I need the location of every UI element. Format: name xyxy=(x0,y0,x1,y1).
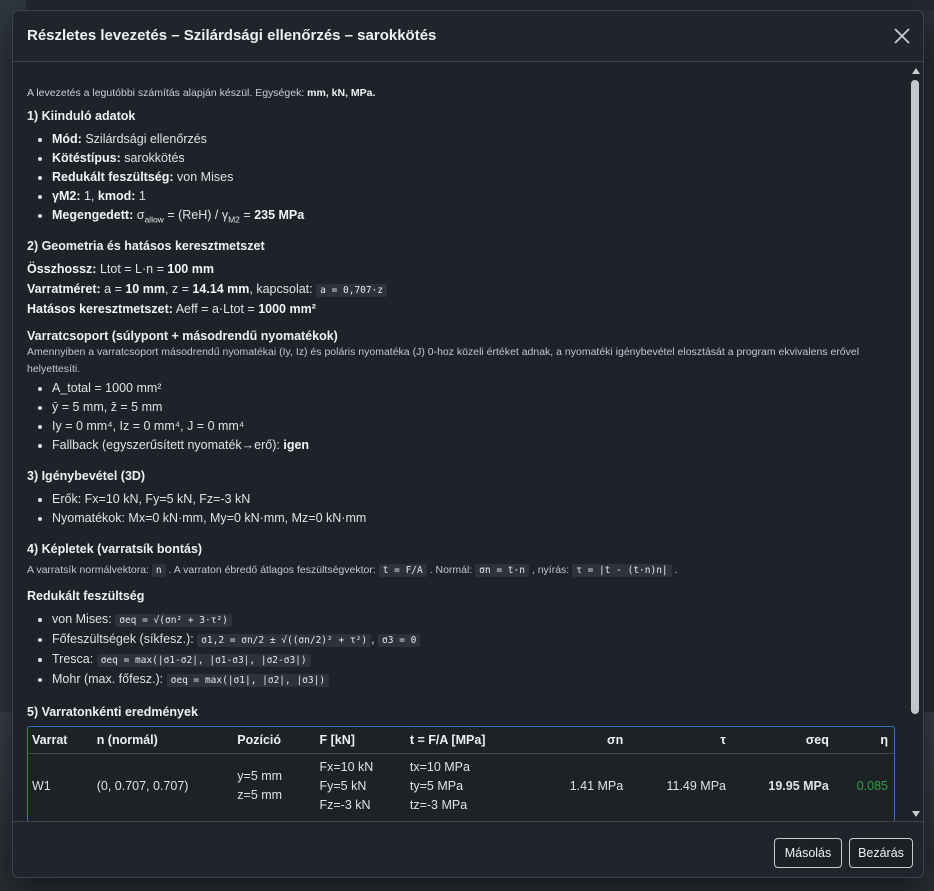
list-item: von Mises: σeq = √(σn² + 3·τ²) xyxy=(52,610,420,630)
list-item: ȳ = 5 mm, z̄ = 5 mm xyxy=(52,398,309,417)
derivation-modal: Részletes levezetés – Szilárdsági ellenő… xyxy=(12,10,924,878)
cell-normal: (0, 0.707, 0.707) xyxy=(96,778,189,793)
col-position: Pozíció xyxy=(233,727,316,754)
cell-weld: W1 xyxy=(32,778,51,793)
section-5-title: 5) Varratonkénti eredmények xyxy=(27,705,198,719)
reduced-stress-title: Redukált feszültség xyxy=(27,589,145,603)
results-table: Varrat n (normál) Pozíció F [kN] t = F/A… xyxy=(27,726,895,821)
modal-body[interactable]: A levezetés a legutóbbi számítás alapján… xyxy=(13,62,923,821)
cell-position: y=5 mm z=5 mm xyxy=(237,769,283,802)
effective-area: Hatásos keresztmetszet: Aeff = a·Ltot = … xyxy=(27,302,316,316)
section-1-list: Mód: Szilárdsági ellenőrzés Kötéstípus: … xyxy=(27,130,304,230)
derivation-content: A levezetés a legutóbbi számítás alapján… xyxy=(27,62,899,821)
intro-text: A levezetés a legutóbbi számítás alapján… xyxy=(27,87,376,99)
list-item: Kötéstípus: sarokkötés xyxy=(52,149,304,168)
col-eta: η xyxy=(834,727,894,754)
intro-units: mm, kN, MPa. xyxy=(307,87,376,99)
weld-relation-code: a = 0,707·z xyxy=(316,284,388,297)
cell-tau: 11.49 MPa xyxy=(666,778,727,793)
cell-sigma-eq: 19.95 MPa xyxy=(768,778,829,793)
copy-button[interactable]: Másolás xyxy=(774,838,842,868)
close-icon xyxy=(894,28,910,44)
modal-footer: Másolás Bezárás xyxy=(13,821,923,877)
col-sigma-eq: σeq xyxy=(732,727,835,754)
col-weld: Varrat xyxy=(28,727,93,754)
list-item: Fallback (egyszerűsített nyomaték→erő): … xyxy=(52,436,309,455)
col-tau: τ xyxy=(629,727,733,754)
weld-size: Varratméret: a = 10 mm, z = 14.14 mm, ka… xyxy=(27,280,388,300)
list-item: Főfeszültségek (síkfesz.): σ1,2 = σn/2 ±… xyxy=(52,630,421,650)
weld-group-note: Amennyiben a varratcsoport másodrendű ny… xyxy=(27,346,860,375)
reduced-stress-list: von Mises: σeq = √(σn² + 3·τ²) Főfeszült… xyxy=(27,610,421,690)
formula-description: A varratsík normálvektora: n . A varrato… xyxy=(27,564,678,577)
col-stress-vector: t = F/A [MPa] xyxy=(405,727,526,754)
list-item: Iy = 0 mm⁴, Iz = 0 mm⁴, J = 0 mm⁴ xyxy=(52,417,309,436)
list-item: γM2: 1, kmod: 1 xyxy=(52,187,304,206)
weld-group-list: A_total = 1000 mm² ȳ = 5 mm, z̄ = 5 mm I… xyxy=(27,379,309,455)
scroll-thumb[interactable] xyxy=(911,80,919,714)
modal-title: Részletes levezetés – Szilárdsági ellenő… xyxy=(27,27,437,44)
col-sigma-n: σn xyxy=(525,727,630,754)
scroll-up-icon[interactable] xyxy=(912,68,920,74)
list-item: Megengedett: σallow = (ReH) / γM2 = 235 … xyxy=(52,206,304,230)
section-2-title: 2) Geometria és hatásos keresztmetszet xyxy=(27,239,265,253)
section-3-title: 3) Igénybevétel (3D) xyxy=(27,469,146,483)
cell-force: Fx=10 kN Fy=5 kN Fz=-3 kN xyxy=(319,759,374,812)
list-item: Erők: Fx=10 kN, Fy=5 kN, Fz=-3 kN xyxy=(52,490,366,509)
scroll-down-icon[interactable] xyxy=(912,811,920,817)
list-item: Mód: Szilárdsági ellenőrzés xyxy=(52,130,304,149)
close-button[interactable] xyxy=(891,25,913,47)
cell-eta: 0.085 xyxy=(856,778,888,793)
section-4-title: 4) Képletek (varratsík bontás) xyxy=(27,542,203,556)
cell-sigma-n: 1.41 MPa xyxy=(569,778,624,793)
section-1-title: 1) Kiinduló adatok xyxy=(27,109,136,123)
total-length: Összhossz: Ltot = L·n = 100 mm xyxy=(27,262,214,276)
list-item: Tresca: σeq = max(|σ1-σ2|, |σ1-σ3|, |σ2-… xyxy=(52,650,420,670)
table-header-row: Varrat n (normál) Pozíció F [kN] t = F/A… xyxy=(28,727,894,754)
table-row: W1 (0, 0.707, 0.707) y=5 mm z=5 mm Fx=10 … xyxy=(28,754,894,819)
background-strip xyxy=(0,0,934,10)
vertical-scrollbar[interactable] xyxy=(910,66,922,817)
modal-header: Részletes levezetés – Szilárdsági ellenő… xyxy=(13,11,923,62)
list-item: Nyomatékok: Mx=0 kN·mm, My=0 kN·mm, Mz=0… xyxy=(52,509,366,528)
col-normal: n (normál) xyxy=(92,727,234,754)
close-dialog-button[interactable]: Bezárás xyxy=(849,838,913,868)
section-3-list: Erők: Fx=10 kN, Fy=5 kN, Fz=-3 kN Nyomat… xyxy=(27,490,366,528)
list-item: A_total = 1000 mm² xyxy=(52,379,309,398)
col-force: F [kN] xyxy=(315,727,406,754)
list-item: Mohr (max. főfesz.): σeq = max(|σ1|, |σ2… xyxy=(52,670,420,690)
cell-stress-vector: tx=10 MPa ty=5 MPa tz=-3 MPa xyxy=(409,759,470,812)
list-item: Redukált feszültség: von Mises xyxy=(52,168,304,187)
